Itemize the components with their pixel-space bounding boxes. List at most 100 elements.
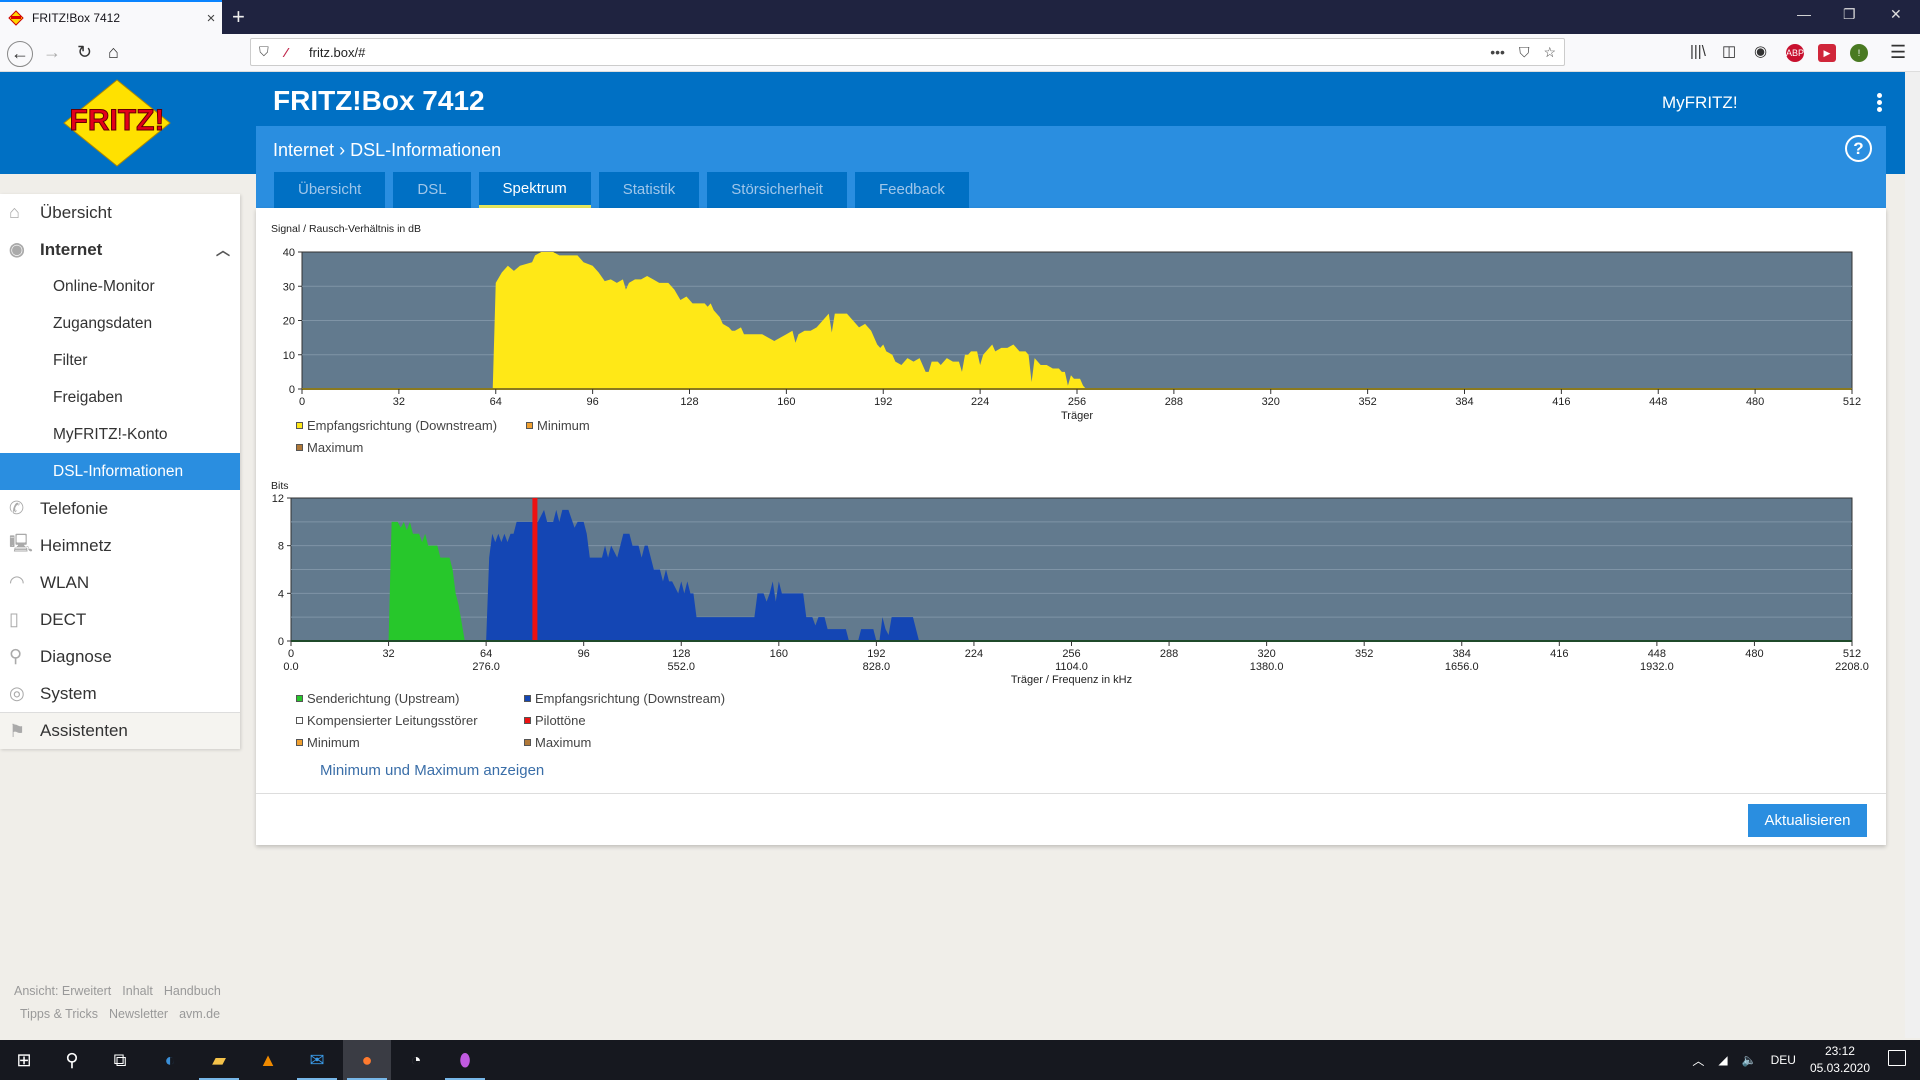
minimize-icon[interactable]: — bbox=[1797, 6, 1811, 22]
insecure-lock-icon[interactable]: ⁄ bbox=[285, 45, 301, 60]
sidebar-item-online-monitor[interactable]: Online-Monitor bbox=[0, 268, 240, 305]
browser-tab-bar: FRITZ!Box 7412 × + — ❐ ✕ bbox=[0, 0, 1920, 34]
menu-icon[interactable]: ☰ bbox=[1890, 42, 1906, 62]
page-actions-icon[interactable]: ••• bbox=[1490, 44, 1505, 61]
refresh-button[interactable]: Aktualisieren bbox=[1748, 804, 1867, 837]
sidebar-toggle-icon[interactable]: ◫ bbox=[1722, 42, 1736, 62]
thunderbird-icon[interactable]: ◐ bbox=[146, 1040, 194, 1080]
sidebar-item-telefonie[interactable]: ✆ Telefonie bbox=[0, 490, 240, 527]
more-menu-icon[interactable] bbox=[1877, 93, 1885, 113]
footer-link-newsletter[interactable]: Newsletter bbox=[109, 1007, 168, 1021]
x-tick-label: 480 bbox=[1746, 396, 1764, 408]
reload-icon[interactable]: ↻ bbox=[77, 42, 92, 62]
vlc-icon[interactable]: ▲ bbox=[244, 1040, 292, 1080]
chevron-up-icon[interactable]: ︿ bbox=[216, 240, 230, 260]
speedtest-icon[interactable]: ◔ bbox=[392, 1040, 440, 1080]
breadcrumb: Internet › DSL-Informationen bbox=[273, 140, 501, 161]
extension-globe-icon[interactable]: ! bbox=[1850, 44, 1868, 62]
legend-item-snr-downstream: Empfangsrichtung (Downstream) bbox=[296, 414, 497, 436]
clock[interactable]: 23:12 05.03.2020 bbox=[1810, 1043, 1870, 1077]
sidebar-item-myfritz-konto[interactable]: MyFRITZ!-Konto bbox=[0, 416, 240, 453]
home-icon[interactable]: ⌂ bbox=[108, 42, 119, 62]
tracking-shield-icon[interactable]: ⛉ bbox=[259, 44, 273, 60]
footer-link-avm[interactable]: avm.de bbox=[179, 1007, 220, 1021]
sidebar-item-uebersicht[interactable]: ⌂ Übersicht bbox=[0, 194, 240, 231]
x-tick-label: 352 bbox=[1355, 648, 1373, 660]
sidebar-item-internet[interactable]: ◉ Internet ︿ bbox=[0, 231, 240, 268]
myfritz-link[interactable]: MyFRITZ! bbox=[1662, 93, 1738, 113]
show-min-max-link[interactable]: Minimum und Maximum anzeigen bbox=[320, 762, 544, 779]
maps-icon[interactable]: ⬮ bbox=[441, 1040, 489, 1080]
y-tick-label: 10 bbox=[283, 350, 295, 362]
y-tick-label: 0 bbox=[278, 636, 284, 648]
file-explorer-icon[interactable]: ▰ bbox=[195, 1040, 243, 1080]
search-icon[interactable]: ⚲ bbox=[48, 1040, 96, 1080]
language-indicator[interactable]: DEU bbox=[1771, 1053, 1796, 1067]
pocket-icon[interactable]: ⛉ bbox=[1519, 44, 1530, 61]
breadcrumb-parent[interactable]: Internet bbox=[273, 140, 334, 160]
y-tick-label: 40 bbox=[283, 247, 295, 259]
task-view-icon[interactable]: ⧉ bbox=[96, 1040, 144, 1080]
forward-icon[interactable]: → bbox=[43, 42, 61, 62]
volume-icon[interactable]: 🔈 bbox=[1742, 1053, 1757, 1067]
footer-link-handbuch[interactable]: Handbuch bbox=[164, 984, 221, 998]
start-icon[interactable]: ⊞ bbox=[0, 1040, 48, 1080]
tab-spektrum[interactable]: Spektrum bbox=[478, 172, 591, 208]
account-icon[interactable]: ◉ bbox=[1754, 42, 1767, 62]
restore-icon[interactable]: ❐ bbox=[1843, 6, 1856, 23]
help-icon[interactable]: ? bbox=[1845, 135, 1872, 162]
url-bar[interactable]: ⛉ ⁄ fritz.box/# ••• ⛉ ☆ bbox=[250, 38, 1565, 66]
network-icon[interactable]: ◢ bbox=[1718, 1053, 1727, 1067]
system-icon: ◎ bbox=[9, 683, 25, 703]
globe-icon: ◉ bbox=[9, 239, 25, 259]
x-tick-label: 384 bbox=[1453, 648, 1471, 660]
chevron-up-icon[interactable]: ︿ bbox=[1692, 1052, 1704, 1069]
sidebar-item-dsl-informationen[interactable]: DSL-Informationen bbox=[0, 453, 240, 490]
x-tick-label: 128 bbox=[680, 396, 698, 408]
close-window-icon[interactable]: ✕ bbox=[1890, 6, 1902, 23]
url-text[interactable]: fritz.box/# bbox=[309, 45, 365, 60]
extension-forward-icon[interactable]: ▶ bbox=[1818, 44, 1836, 62]
sidebar-item-zugangsdaten[interactable]: Zugangsdaten bbox=[0, 305, 240, 342]
new-tab-button[interactable]: + bbox=[232, 4, 245, 30]
footer-link-ansicht[interactable]: Ansicht: Erweitert bbox=[14, 984, 111, 998]
firefox-icon[interactable]: ● bbox=[343, 1040, 391, 1080]
tab-uebersicht[interactable]: Übersicht bbox=[274, 172, 386, 208]
sidebar-item-wlan[interactable]: ◠ WLAN bbox=[0, 564, 240, 601]
clock-time: 23:12 bbox=[1824, 1044, 1855, 1058]
legend-item-compensated-noise: Kompensierter Leitungsstörer bbox=[296, 709, 478, 731]
sidebar-item-system[interactable]: ◎ System bbox=[0, 675, 240, 712]
sidebar-item-assistenten[interactable]: ⚑ Assistenten bbox=[0, 712, 240, 749]
x-freq-label: 552.0 bbox=[667, 661, 695, 673]
notification-icon[interactable] bbox=[1888, 1050, 1906, 1066]
sidebar-item-freigaben[interactable]: Freigaben bbox=[0, 379, 240, 416]
page-scrollbar[interactable] bbox=[1905, 72, 1920, 1038]
legend-item-upstream: Senderichtung (Upstream) bbox=[296, 687, 459, 709]
back-icon[interactable]: ← bbox=[7, 41, 33, 67]
sidebar-item-dect[interactable]: ▯ DECT bbox=[0, 601, 240, 638]
x-axis-label: Träger / Frequenz in kHz bbox=[1011, 674, 1132, 686]
legend-swatch bbox=[524, 694, 531, 702]
footer-link-inhalt[interactable]: Inhalt bbox=[122, 984, 153, 998]
x-freq-label: 828.0 bbox=[863, 661, 891, 673]
bookmark-star-icon[interactable]: ☆ bbox=[1543, 44, 1556, 61]
tab-statistik[interactable]: Statistik bbox=[598, 172, 700, 208]
adblock-icon[interactable]: ABP bbox=[1786, 44, 1804, 62]
sidebar-item-diagnose[interactable]: ⚲ Diagnose bbox=[0, 638, 240, 675]
fritz-logo[interactable]: FRITZ! bbox=[58, 78, 176, 168]
x-tick-label: 96 bbox=[578, 648, 590, 660]
tab-dsl[interactable]: DSL bbox=[393, 172, 471, 208]
x-freq-label: 1104.0 bbox=[1055, 661, 1088, 673]
footer-link-tipps[interactable]: Tipps & Tricks bbox=[20, 1007, 98, 1021]
tab-feedback[interactable]: Feedback bbox=[854, 172, 969, 208]
library-icon[interactable]: |||\ bbox=[1690, 42, 1706, 62]
sidebar-item-heimnetz[interactable]: 🖳 Heimnetz bbox=[0, 527, 240, 564]
sidebar-item-filter[interactable]: Filter bbox=[0, 342, 240, 379]
sidebar-item-label: Assistenten bbox=[40, 721, 128, 740]
browser-tab[interactable]: FRITZ!Box 7412 × bbox=[0, 0, 222, 34]
mail-icon[interactable]: ✉ bbox=[293, 1040, 341, 1080]
pilot-tone-bar bbox=[532, 498, 538, 641]
tab-stoersicherheit[interactable]: Störsicherheit bbox=[707, 172, 847, 208]
close-tab-icon[interactable]: × bbox=[200, 10, 222, 27]
sidebar-item-label: Internet bbox=[40, 239, 103, 259]
